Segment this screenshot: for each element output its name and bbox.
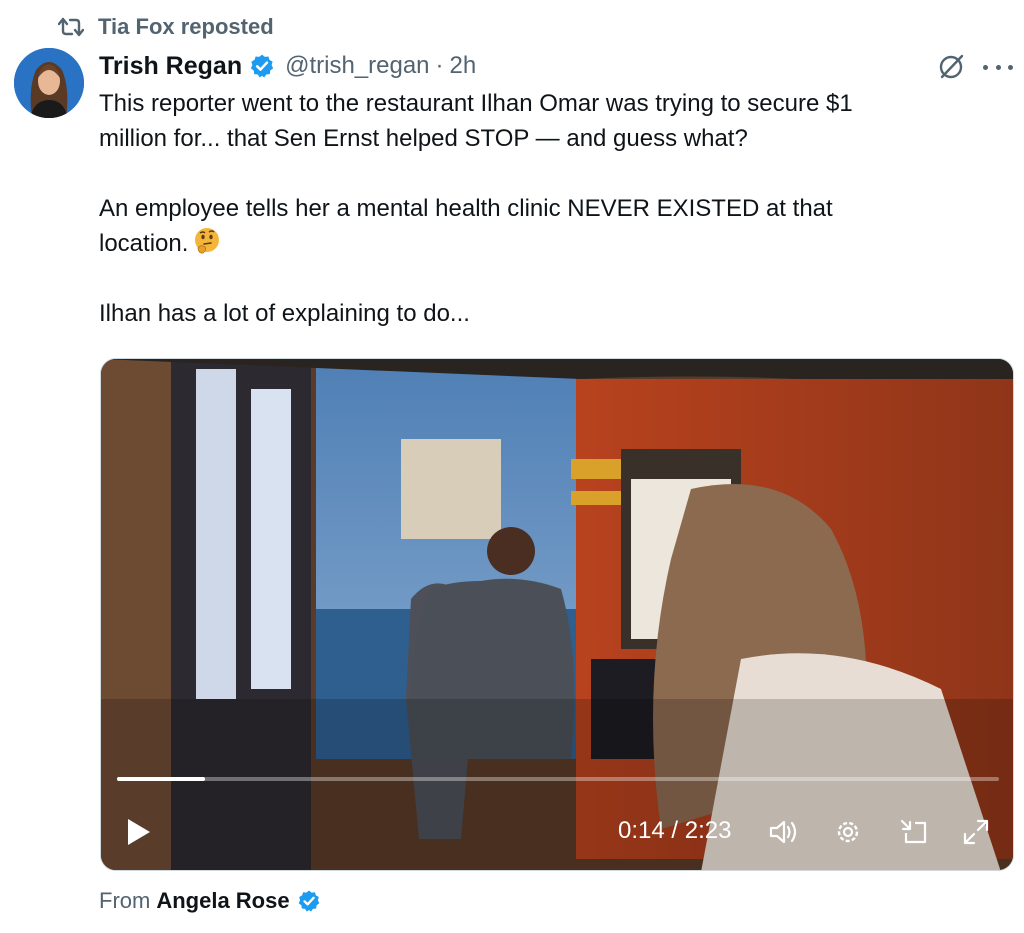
- author-name[interactable]: Trish Regan: [99, 52, 242, 81]
- avatar[interactable]: [14, 48, 84, 118]
- author-handle[interactable]: @trish_regan: [285, 52, 429, 80]
- tweet-header: Trish Regan @trish_regan · 2h: [99, 48, 476, 84]
- video-progress-bar[interactable]: [117, 777, 999, 781]
- video-progress-fill: [117, 777, 206, 781]
- tweet-text: This reporter went to the restaurant Ilh…: [99, 86, 999, 331]
- verified-badge-icon: [298, 890, 319, 912]
- settings-gear-icon[interactable]: [832, 817, 864, 847]
- tweet-paragraph-2: An employee tells her a mental health cl…: [99, 191, 999, 261]
- tweet-paragraph-1: This reporter went to the restaurant Ilh…: [99, 90, 853, 152]
- attribution-prefix: From: [99, 888, 151, 913]
- thinking-face-icon: [195, 228, 220, 254]
- video-frame: [101, 359, 1013, 870]
- picture-in-picture-icon[interactable]: [898, 817, 930, 847]
- grok-icon[interactable]: [936, 52, 966, 82]
- volume-icon[interactable]: [768, 817, 800, 847]
- repost-icon: [58, 17, 84, 37]
- repost-label: Tia Fox reposted: [98, 14, 274, 39]
- more-options-icon[interactable]: [983, 54, 1013, 80]
- repost-header[interactable]: Tia Fox reposted: [58, 12, 274, 42]
- video-time: 0:14 / 2:23: [618, 817, 732, 844]
- video-controls: 0:14 / 2:23: [101, 799, 1013, 859]
- tweet-paragraph-3: Ilhan has a lot of explaining to do...: [99, 300, 470, 327]
- fullscreen-icon[interactable]: [960, 817, 992, 847]
- video-player[interactable]: 0:14 / 2:23: [100, 358, 1014, 871]
- play-icon[interactable]: [125, 817, 153, 847]
- video-attribution: From Angela Rose: [99, 884, 321, 918]
- verified-badge-icon[interactable]: [249, 53, 275, 79]
- timestamp[interactable]: 2h: [450, 52, 477, 80]
- attribution-name[interactable]: Angela Rose: [156, 888, 289, 914]
- separator-dot: ·: [435, 52, 444, 79]
